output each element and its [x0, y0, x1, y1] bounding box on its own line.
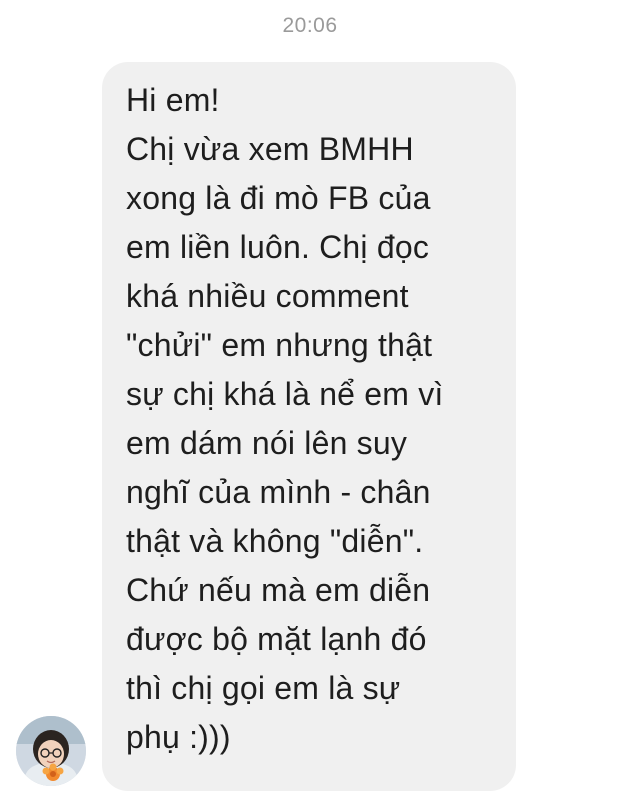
message-line: nghĩ của mình - chân [126, 474, 431, 510]
message-timestamp: 20:06 [282, 14, 338, 37]
message-line: khá nhiều comment [126, 278, 409, 314]
message-line: thì chị gọi em là sự [126, 670, 401, 706]
message-bubble[interactable]: Hi em! Chị vừa xem BMHH xong là đi mò FB… [102, 62, 516, 791]
user-avatar-icon [16, 716, 86, 786]
message-line: Chứ nếu mà em diễn [126, 572, 431, 608]
sender-avatar[interactable] [16, 716, 86, 786]
message-line: xong là đi mò FB của [126, 180, 431, 216]
message-line: "chửi" em nhưng thật [126, 327, 433, 363]
message-line: Hi em! [126, 82, 220, 118]
message-line: phụ :))) [126, 719, 231, 755]
message-line: được bộ mặt lạnh đó [126, 621, 427, 657]
message-line: sự chị khá là nể em vì [126, 376, 444, 412]
message-line: thật và không "diễn". [126, 523, 424, 559]
message-line: em liền luôn. Chị đọc [126, 229, 430, 265]
message-line: em dám nói lên suy [126, 425, 408, 461]
message-line: Chị vừa xem BMHH [126, 131, 414, 167]
